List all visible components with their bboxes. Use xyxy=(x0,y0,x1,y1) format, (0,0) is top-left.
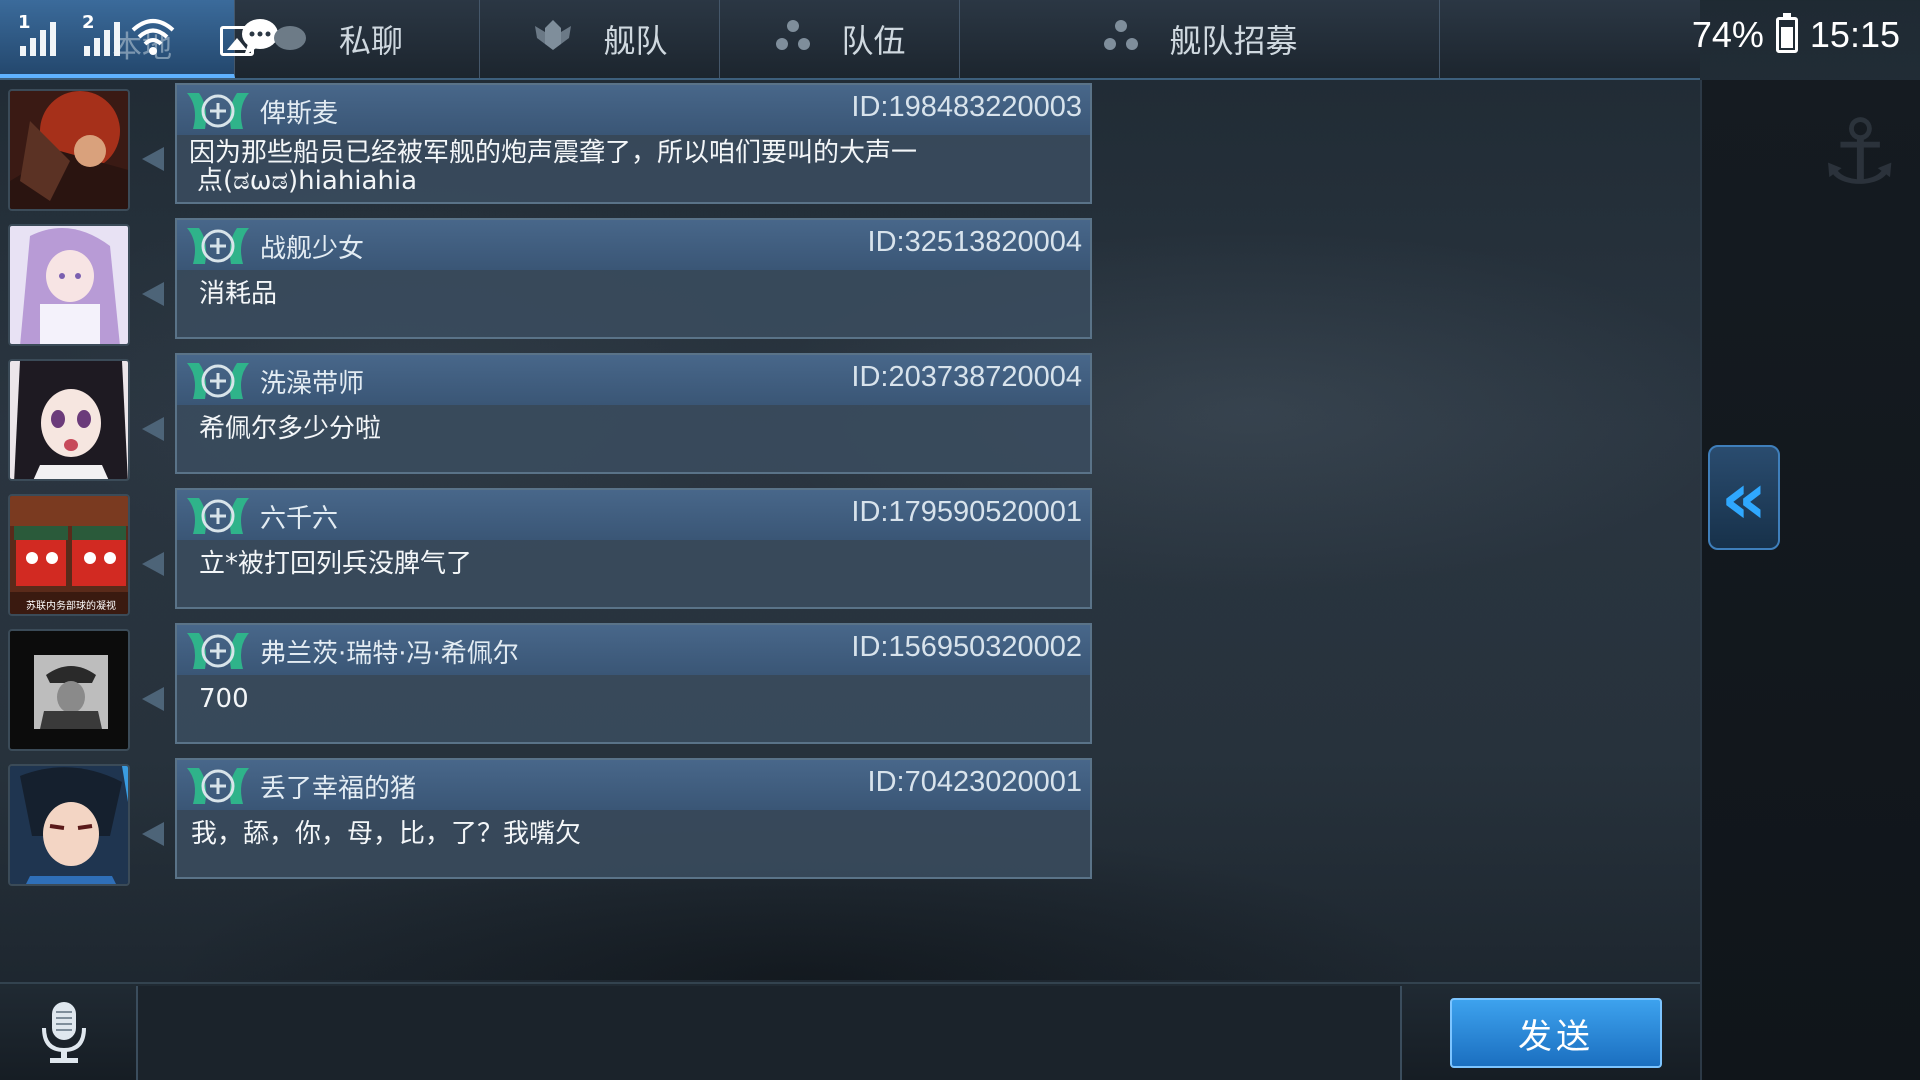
message-bubble: 弗兰茨·瑞特·冯·希佩尔 ID:156950320002 700 xyxy=(175,623,1092,744)
tab-team-label: 队伍 xyxy=(841,22,906,60)
microphone-icon xyxy=(42,1002,86,1063)
rank-badge-icon xyxy=(187,228,249,264)
sender-name[interactable]: 洗澡带师 xyxy=(260,363,364,400)
message-header: 丢了幸福的猪 ID:70423020001 xyxy=(177,760,1090,810)
avatar[interactable] xyxy=(8,89,130,211)
chat-input[interactable] xyxy=(136,986,1402,1080)
avatar[interactable] xyxy=(8,629,130,751)
signal-1-icon: 1 xyxy=(18,12,56,56)
sender-id: ID:203738720004 xyxy=(851,361,1082,393)
team-dots-icon xyxy=(773,18,813,60)
message-header: 战舰少女 ID:32513820004 xyxy=(177,220,1090,270)
collapse-panel-button[interactable]: « xyxy=(1708,445,1780,550)
message-text: 消耗品 xyxy=(199,279,278,309)
tab-fleet[interactable]: 舰队 xyxy=(480,0,720,78)
clock: 15:15 xyxy=(1809,14,1900,55)
sender-name[interactable]: 弗兰茨·瑞特·冯·希佩尔 xyxy=(260,633,519,670)
message-text: 700 xyxy=(199,684,249,714)
tab-private-label: 私聊 xyxy=(338,22,403,60)
message-text: 因为那些船员已经被军舰的炮声震聋了，所以咱们要叫的大声一 点(ಡωಡ)hiahi… xyxy=(189,139,1029,195)
rank-badge-icon xyxy=(187,363,249,399)
message-notification-icon xyxy=(242,19,306,56)
tab-fleet-recruit[interactable]: 舰队招募 xyxy=(960,0,1440,78)
bubble-pointer xyxy=(142,147,164,171)
bubble-pointer xyxy=(142,687,164,711)
avatar[interactable]: 苏联内务部球的凝视 xyxy=(8,494,130,616)
signal-2-icon: 2 xyxy=(82,12,120,56)
message-text-line: 因为那些船员已经被军舰的炮声震聋了，所以咱们要叫的大声一 xyxy=(189,138,918,168)
status-bar-left: 1 2 xyxy=(18,12,254,56)
message-header: 弗兰茨·瑞特·冯·希佩尔 ID:156950320002 xyxy=(177,625,1090,675)
sender-id: ID:198483220003 xyxy=(851,91,1082,123)
send-button[interactable]: 发送 xyxy=(1450,998,1662,1068)
message-text: 立*被打回列兵没脾气了 xyxy=(199,549,473,579)
bubble-pointer xyxy=(142,417,164,441)
sender-id: ID:156950320002 xyxy=(851,631,1082,663)
voice-input-button[interactable] xyxy=(36,1000,92,1066)
message-header: 俾斯麦 ID:198483220003 xyxy=(177,85,1090,135)
message-bubble: 战舰少女 ID:32513820004 消耗品 xyxy=(175,218,1092,339)
message-bubble: 洗澡带师 ID:203738720004 希佩尔多少分啦 xyxy=(175,353,1092,474)
chat-message: 战舰少女 ID:32513820004 消耗品 xyxy=(0,218,1100,346)
sender-name[interactable]: 俾斯麦 xyxy=(260,93,338,130)
sender-name[interactable]: 六千六 xyxy=(260,498,338,535)
side-panel: ⚓ xyxy=(1700,80,1920,1080)
bubble-pointer xyxy=(142,552,164,576)
notification-chat-icons xyxy=(240,16,310,69)
sender-name[interactable]: 战舰少女 xyxy=(260,228,364,265)
tab-fleet-label: 舰队 xyxy=(603,22,668,60)
chat-message: 丢了幸福的猪 ID:70423020001 我，舔，你，母，比，了？我嘴欠 xyxy=(0,758,1100,886)
sender-name[interactable]: 丢了幸福的猪 xyxy=(260,768,416,805)
bubble-pointer xyxy=(142,822,164,846)
battery-icon xyxy=(1775,13,1798,53)
avatar[interactable] xyxy=(8,359,130,481)
recruit-dots-icon xyxy=(1101,18,1141,60)
sender-id: ID:32513820004 xyxy=(867,226,1082,258)
anchor-icon: ⚓ xyxy=(1819,100,1900,205)
message-bubble: 俾斯麦 ID:198483220003 因为那些船员已经被军舰的炮声震聋了，所以… xyxy=(175,83,1092,204)
rank-badge-icon xyxy=(187,498,249,534)
sim1-label: 1 xyxy=(18,12,31,33)
chat-message: 俾斯麦 ID:198483220003 因为那些船员已经被军舰的炮声震聋了，所以… xyxy=(0,83,1100,211)
bubble-pointer xyxy=(142,282,164,306)
chat-message: 苏联内务部球的凝视 六千六 ID:179590520001 立*被打回列兵没脾气… xyxy=(0,488,1100,616)
avatar-caption: 苏联内务部球的凝视 xyxy=(26,599,116,612)
message-text-line: 点(ಡωಡ)hiahiahia xyxy=(197,166,418,196)
battery-percent: 74% xyxy=(1691,14,1764,55)
sender-id: ID:179590520001 xyxy=(851,496,1082,528)
avatar[interactable] xyxy=(8,764,130,886)
double-chevron-left-icon: « xyxy=(1720,455,1768,540)
tab-fleet-recruit-label: 舰队招募 xyxy=(1169,22,1298,60)
message-header: 六千六 ID:179590520001 xyxy=(177,490,1090,540)
rank-badge-icon xyxy=(187,93,249,129)
tab-team[interactable]: 队伍 xyxy=(720,0,960,78)
message-bubble: 丢了幸福的猪 ID:70423020001 我，舔，你，母，比，了？我嘴欠 xyxy=(175,758,1092,879)
status-bar-right: 74% 15:15 xyxy=(1691,13,1900,56)
rank-badge-icon xyxy=(187,768,249,804)
message-header: 洗澡带师 ID:203738720004 xyxy=(177,355,1090,405)
chat-message: 洗澡带师 ID:203738720004 希佩尔多少分啦 xyxy=(0,353,1100,481)
message-text: 希佩尔多少分啦 xyxy=(199,414,382,444)
rank-badge-icon xyxy=(187,633,249,669)
avatar[interactable] xyxy=(8,224,130,346)
sim2-label: 2 xyxy=(82,12,95,33)
message-bubble: 六千六 ID:179590520001 立*被打回列兵没脾气了 xyxy=(175,488,1092,609)
sender-id: ID:70423020001 xyxy=(867,766,1082,798)
input-bar: 发送 xyxy=(0,982,1700,1080)
message-text: 我，舔，你，母，比，了？我嘴欠 xyxy=(191,819,582,849)
chat-message: 弗兰茨·瑞特·冯·希佩尔 ID:156950320002 700 xyxy=(0,623,1100,751)
fleet-emblem-icon xyxy=(531,18,575,60)
wifi-icon xyxy=(131,19,175,55)
